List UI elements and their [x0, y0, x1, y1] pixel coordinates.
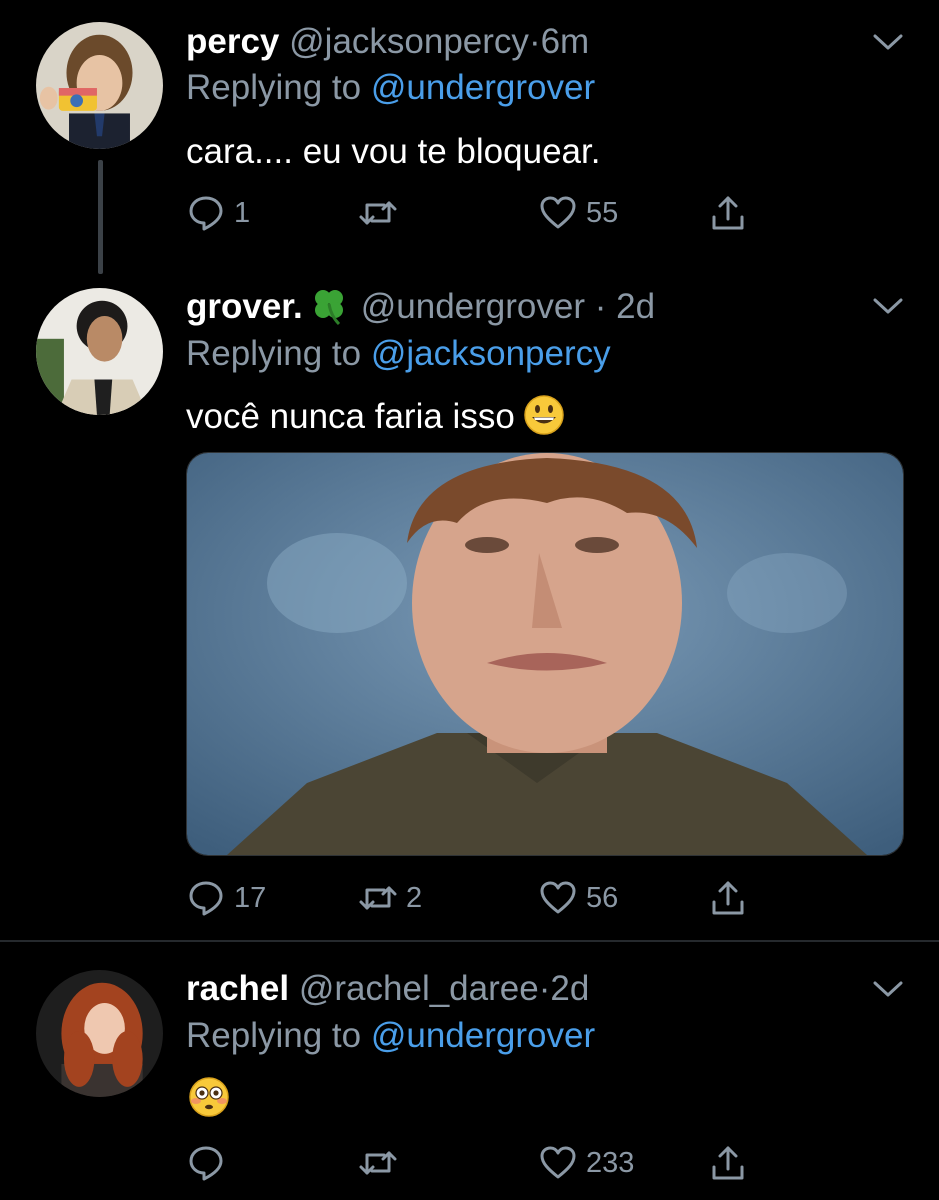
- media-image: [187, 453, 903, 855]
- tweet-text: cara.... eu vou te bloquear.: [186, 132, 601, 171]
- separator-dot: ·: [528, 22, 541, 61]
- timestamp[interactable]: 2d: [550, 969, 589, 1008]
- like-button[interactable]: 233: [538, 1138, 634, 1188]
- flushed-face-icon: [189, 1077, 229, 1117]
- tweet-rachel[interactable]: rachel @rachel_daree·2d Replying to @und…: [0, 942, 939, 1200]
- reply-button[interactable]: [186, 1138, 234, 1188]
- reply-icon: [189, 881, 223, 916]
- thread-line: [98, 160, 103, 274]
- chevron-down-icon[interactable]: [872, 979, 904, 999]
- media-attachment[interactable]: [186, 452, 904, 856]
- tweet-percy[interactable]: percy @jacksonpercy·6m Replying to @unde…: [0, 0, 939, 274]
- action-bar: 17 2 56: [186, 873, 766, 923]
- replying-to-line: Replying to @undergrover: [186, 1014, 595, 1058]
- share-icon: [712, 881, 744, 915]
- share-button[interactable]: [708, 1138, 748, 1188]
- reply-count: 1: [234, 196, 251, 229]
- share-button[interactable]: [708, 873, 748, 923]
- display-name[interactable]: percy: [186, 22, 279, 61]
- four-leaf-clover-icon: [314, 290, 343, 326]
- avatar-image: [36, 22, 163, 149]
- separator-dot: ·: [594, 287, 607, 326]
- display-name[interactable]: grover.: [186, 287, 303, 326]
- chevron-down-icon[interactable]: [872, 296, 904, 316]
- replying-to-line: Replying to @undergrover: [186, 66, 595, 110]
- replying-to-label: Replying to: [186, 334, 362, 373]
- reply-button[interactable]: 1: [186, 188, 250, 238]
- tweet-text-line: você nunca faria isso: [186, 394, 565, 439]
- share-icon: [712, 196, 744, 230]
- tweet-header: percy @jacksonpercy·6m: [186, 20, 589, 64]
- reply-icon: [189, 196, 223, 231]
- share-icon: [712, 1146, 744, 1180]
- avatar[interactable]: [36, 970, 163, 1097]
- retweet-count: 2: [406, 881, 423, 914]
- avatar[interactable]: [36, 22, 163, 149]
- action-bar: 1 55: [186, 188, 766, 238]
- replying-to-label: Replying to: [186, 68, 362, 107]
- avatar-image: [36, 288, 163, 415]
- timestamp[interactable]: 6m: [541, 22, 590, 61]
- tweet-header: grover. @undergrover · 2d: [186, 285, 655, 329]
- chevron-down-icon[interactable]: [872, 32, 904, 52]
- replying-to-label: Replying to: [186, 1016, 362, 1055]
- retweet-button[interactable]: [358, 1138, 406, 1188]
- avatar-image: [36, 970, 163, 1097]
- like-count: 56: [586, 881, 619, 914]
- retweet-button[interactable]: [358, 188, 406, 238]
- retweet-icon: [359, 886, 397, 910]
- tweet-header: rachel @rachel_daree·2d: [186, 967, 589, 1011]
- retweet-icon: [359, 1151, 397, 1175]
- timestamp[interactable]: 2d: [616, 287, 655, 326]
- like-count: 55: [586, 196, 619, 229]
- retweet-button[interactable]: 2: [358, 873, 422, 923]
- smiley-face-icon: [524, 395, 564, 435]
- mention-link[interactable]: @undergrover: [371, 68, 595, 107]
- heart-icon: [540, 881, 576, 914]
- replying-to-line: Replying to @jacksonpercy: [186, 332, 611, 376]
- user-handle[interactable]: @jacksonpercy: [289, 22, 529, 61]
- reply-icon: [189, 1146, 223, 1181]
- tweet-text: você nunca faria isso: [186, 397, 515, 436]
- reply-count: 17: [234, 881, 267, 914]
- like-button[interactable]: 56: [538, 873, 618, 923]
- mention-link[interactable]: @undergrover: [371, 1016, 595, 1055]
- retweet-icon: [359, 201, 397, 225]
- like-count: 233: [586, 1146, 635, 1179]
- share-button[interactable]: [708, 188, 748, 238]
- like-button[interactable]: 55: [538, 188, 618, 238]
- user-handle[interactable]: @rachel_daree: [299, 969, 539, 1008]
- separator-dot: ·: [538, 969, 551, 1008]
- display-name[interactable]: rachel: [186, 969, 289, 1008]
- mention-link[interactable]: @jacksonpercy: [371, 334, 611, 373]
- avatar[interactable]: [36, 288, 163, 415]
- heart-icon: [540, 1146, 576, 1179]
- heart-icon: [540, 196, 576, 229]
- action-bar: 233: [186, 1138, 766, 1188]
- user-handle[interactable]: @undergrover: [361, 287, 585, 326]
- reply-button[interactable]: 17: [186, 873, 266, 923]
